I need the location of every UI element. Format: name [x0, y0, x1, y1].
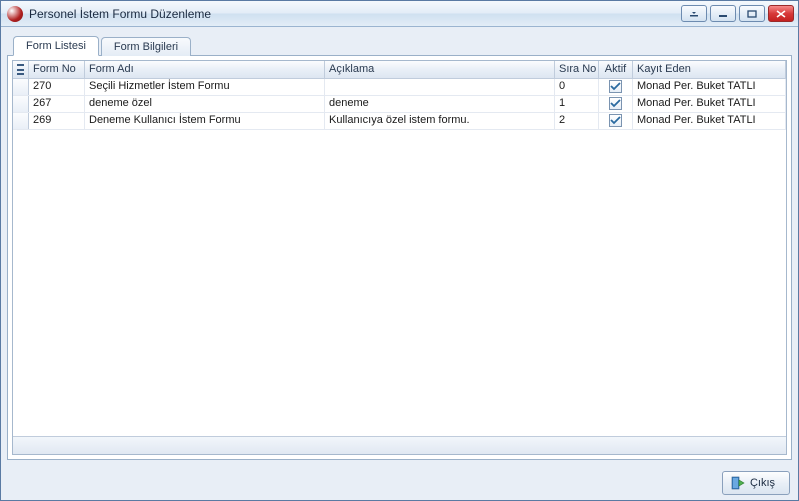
tab-pane: Form No Form Adı Açıklama Sıra No Aktif …	[7, 55, 792, 460]
content-area: Form Listesi Form Bilgileri Form No Form…	[1, 27, 798, 466]
row-indicator	[13, 96, 29, 112]
menu-icon	[17, 64, 24, 75]
column-header-kayit-eden[interactable]: Kayıt Eden	[633, 61, 786, 78]
cell-aktif	[599, 79, 633, 95]
row-indicator	[13, 79, 29, 95]
row-indicator	[13, 113, 29, 129]
column-header-form-adi[interactable]: Form Adı	[85, 61, 325, 78]
cell-sira-no: 2	[555, 113, 599, 129]
cell-kayit-eden: Monad Per. Buket TATLI	[633, 113, 786, 129]
window-controls	[681, 5, 794, 22]
tab-form-listesi[interactable]: Form Listesi	[13, 36, 99, 56]
cell-aktif	[599, 96, 633, 112]
grid-header: Form No Form Adı Açıklama Sıra No Aktif …	[13, 61, 786, 79]
column-header-form-no[interactable]: Form No	[29, 61, 85, 78]
grid-footer	[13, 436, 786, 454]
cell-form-no: 270	[29, 79, 85, 95]
cell-form-no: 269	[29, 113, 85, 129]
exit-button-label: Çıkış	[750, 477, 775, 489]
tab-form-bilgileri[interactable]: Form Bilgileri	[101, 37, 191, 56]
cell-kayit-eden: Monad Per. Buket TATLI	[633, 79, 786, 95]
app-window: Personel İstem Formu Düzenleme Form List…	[0, 0, 799, 501]
cell-sira-no: 1	[555, 96, 599, 112]
cell-aciklama	[325, 79, 555, 95]
cell-form-no: 267	[29, 96, 85, 112]
column-header-aktif[interactable]: Aktif	[599, 61, 633, 78]
cell-sira-no: 0	[555, 79, 599, 95]
cell-form-adi: Deneme Kullanıcı İstem Formu	[85, 113, 325, 129]
maximize-button[interactable]	[739, 5, 765, 22]
exit-button[interactable]: Çıkış	[722, 471, 790, 495]
tab-strip: Form Listesi Form Bilgileri	[13, 33, 792, 55]
table-row[interactable]: 270Seçili Hizmetler İstem Formu 0 Monad Pe…	[13, 79, 786, 96]
checkbox-aktif[interactable]	[609, 80, 622, 93]
table-row[interactable]: 267deneme özeldeneme1 Monad Per. Buket TA…	[13, 96, 786, 113]
column-selector-icon[interactable]	[13, 61, 29, 78]
checkbox-aktif[interactable]	[609, 114, 622, 127]
cell-aciklama: deneme	[325, 96, 555, 112]
minimize-button[interactable]	[710, 5, 736, 22]
app-icon	[7, 6, 23, 22]
table-row[interactable]: 269Deneme Kullanıcı İstem FormuKullanıcı…	[13, 113, 786, 130]
data-grid[interactable]: Form No Form Adı Açıklama Sıra No Aktif …	[12, 60, 787, 455]
column-header-sira-no[interactable]: Sıra No	[555, 61, 599, 78]
close-button[interactable]	[768, 5, 794, 22]
cell-form-adi: Seçili Hizmetler İstem Formu	[85, 79, 325, 95]
cell-aktif	[599, 113, 633, 129]
exit-icon	[731, 476, 745, 490]
grid-body: 270Seçili Hizmetler İstem Formu 0 Monad Pe…	[13, 79, 786, 436]
checkbox-aktif[interactable]	[609, 97, 622, 110]
cell-aciklama: Kullanıcıya özel istem formu.	[325, 113, 555, 129]
dropdown-button[interactable]	[681, 5, 707, 22]
titlebar: Personel İstem Formu Düzenleme	[1, 1, 798, 27]
window-title: Personel İstem Formu Düzenleme	[29, 7, 681, 21]
cell-kayit-eden: Monad Per. Buket TATLI	[633, 96, 786, 112]
bottom-toolbar: Çıkış	[1, 466, 798, 500]
column-header-aciklama[interactable]: Açıklama	[325, 61, 555, 78]
cell-form-adi: deneme özel	[85, 96, 325, 112]
